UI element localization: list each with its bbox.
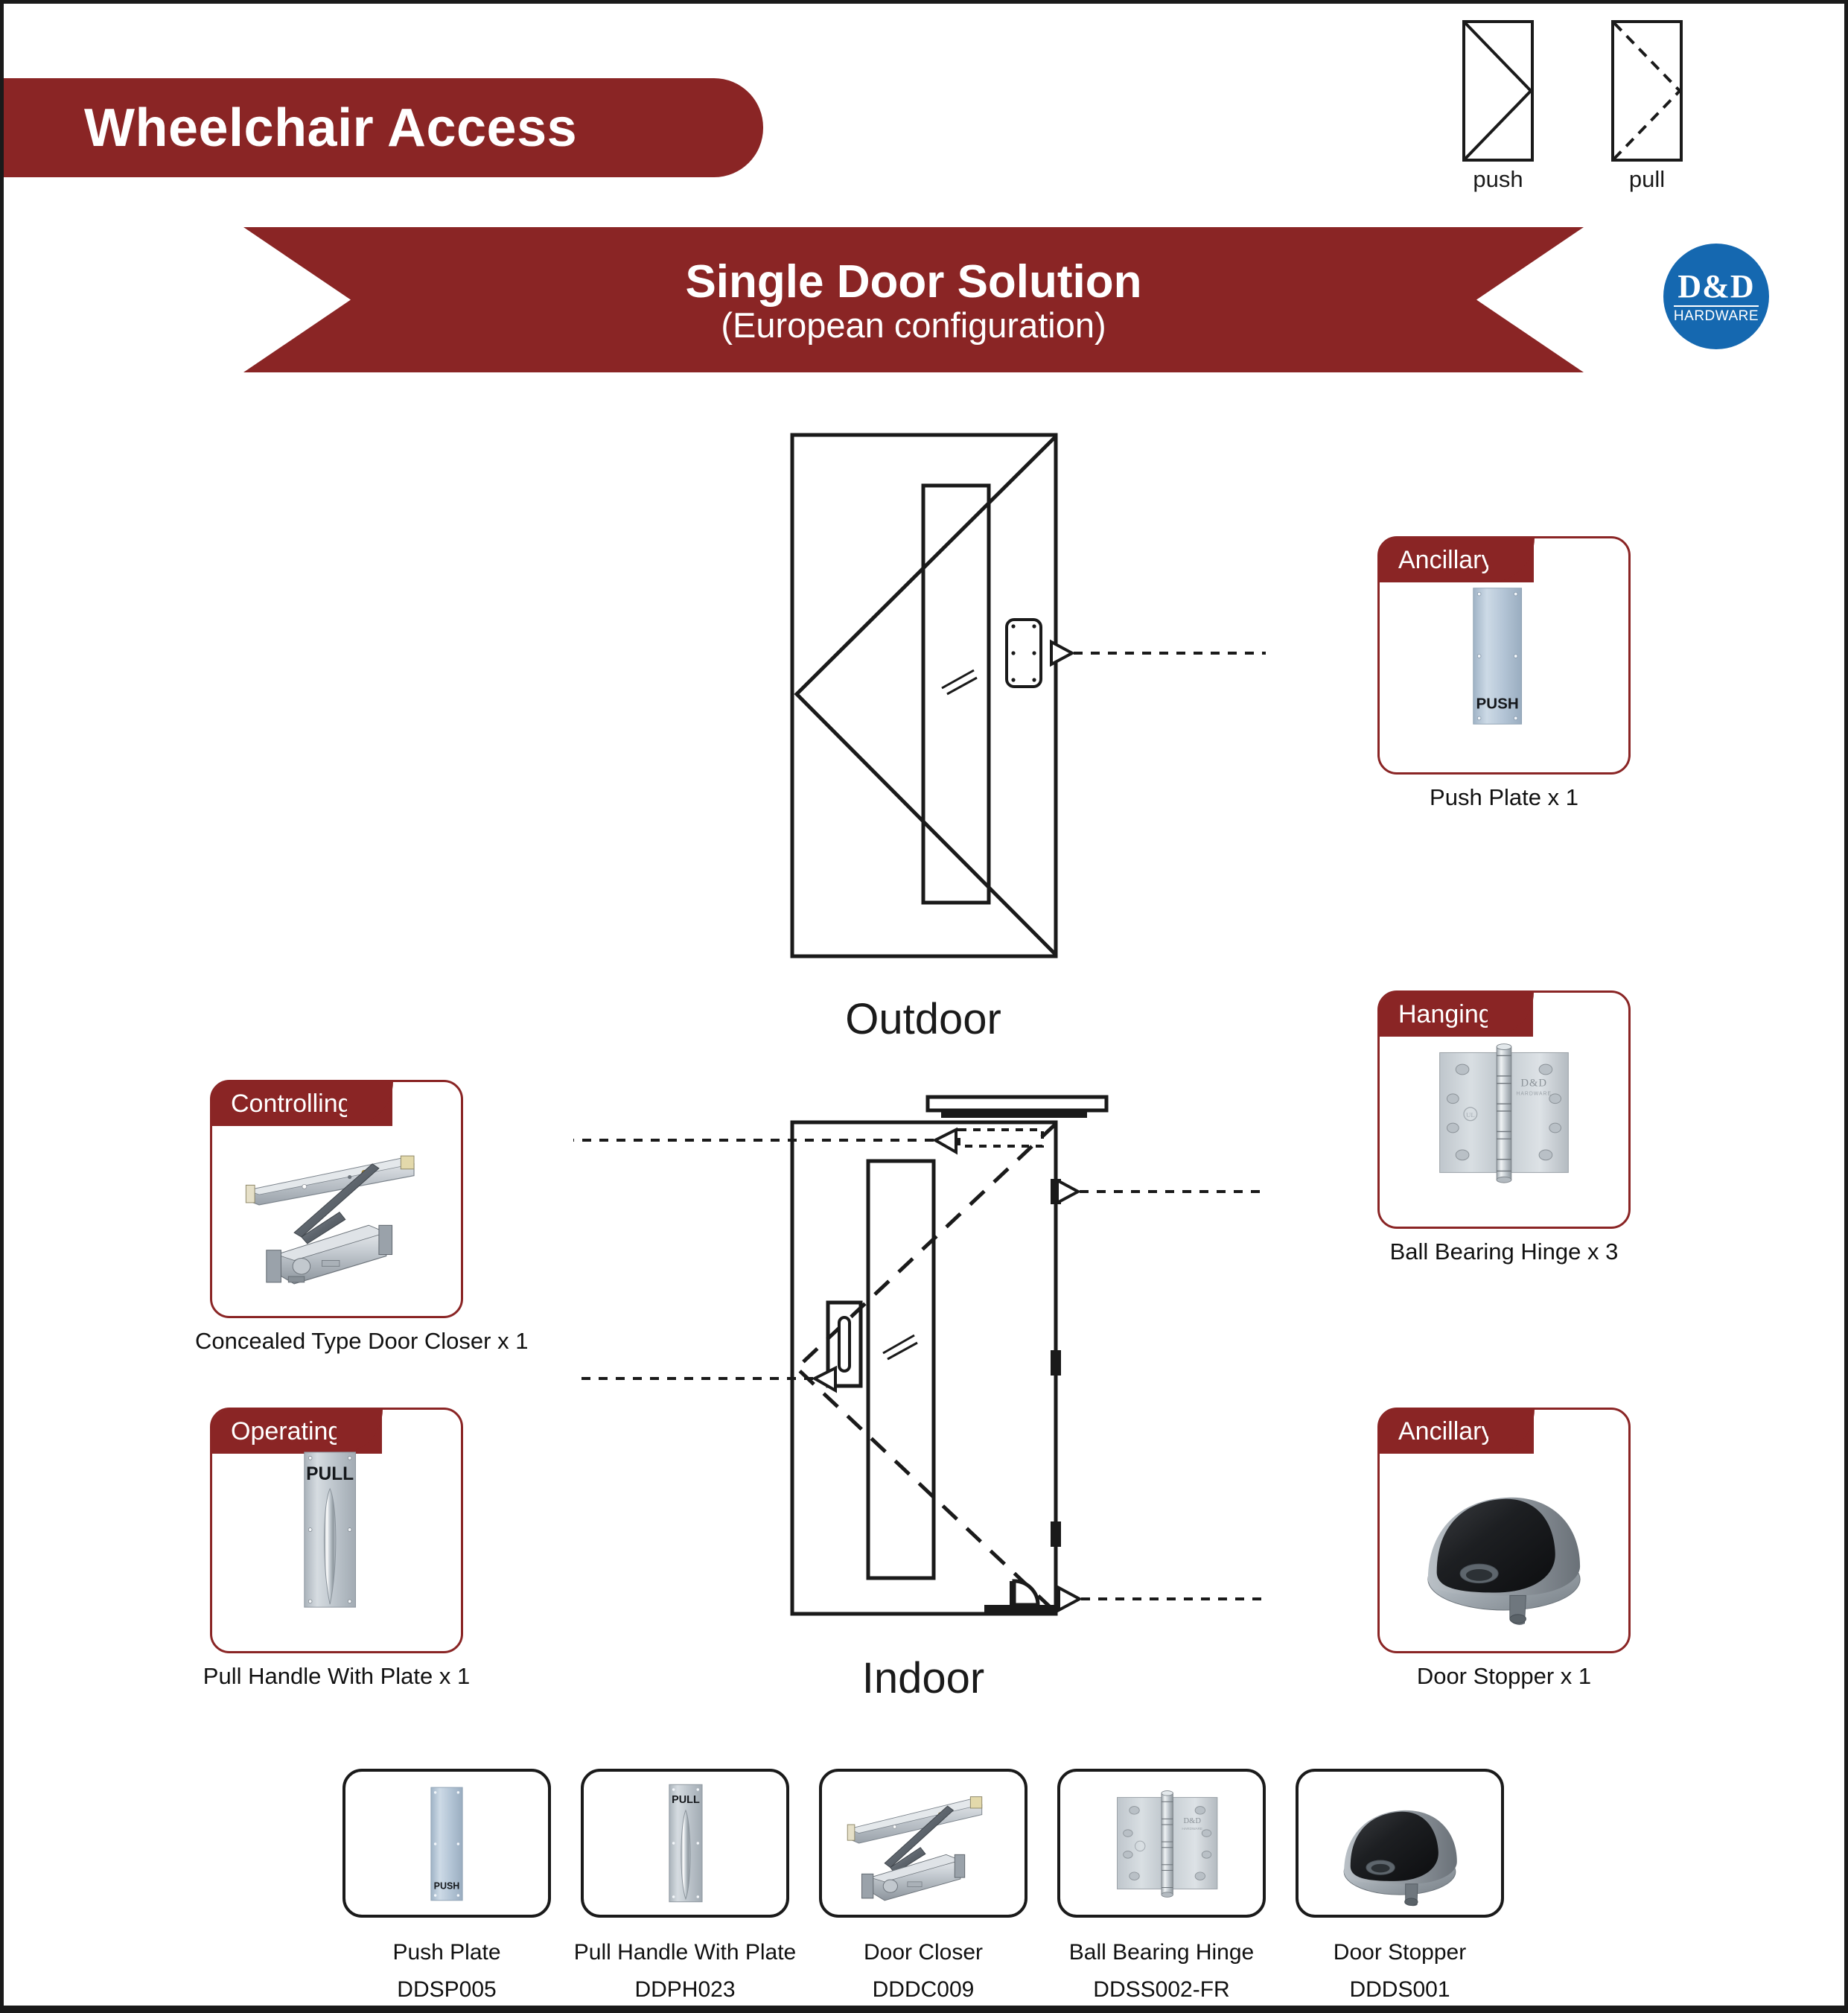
logo-wordmark: D&D [1677,267,1755,305]
push-symbol-icon [1462,20,1534,162]
callout-door-closer: Controlling [210,1080,463,1318]
svg-text:PULL: PULL [672,1794,700,1806]
svg-text:PUSH: PUSH [434,1880,460,1891]
product-name-4: Door Stopper [1333,1940,1467,1965]
product-card-door-stopper[interactable] [1296,1769,1504,1918]
ball-bearing-hinge-image: D&D HARDWARE UL [1439,1043,1569,1183]
callout-caption-door-closer: Concealed Type Door Closer x 1 [195,1328,529,1354]
svg-text:D&D: D&D [1520,1078,1547,1090]
product-name-2: Door Closer [863,1940,984,1965]
svg-text:PUSH: PUSH [1476,696,1519,713]
product-door-closer-image [847,1796,983,1901]
wheelchair-access-label: Wheelchair Access [84,98,578,158]
svg-text:D&D: D&D [1184,1817,1202,1825]
pull-symbol-icon [1611,20,1683,162]
callout-door-stopper: Ancillary [1377,1408,1631,1653]
product-name-3: Ball Bearing Hinge [1068,1940,1255,1965]
product-name-1: Pull Handle With Plate [573,1940,797,1965]
indoor-door-diagram [573,1091,1266,1627]
legend-pull-label: pull [1628,166,1666,192]
outdoor-door-diagram [789,432,1266,968]
drawing-sheet: Wheelchair Access push pull Single Door … [0,0,1848,2013]
banner-title: Single Door Solution [685,256,1142,308]
logo-tagline: HARDWARE [1673,305,1759,323]
product-door-stopper-image [1343,1810,1457,1907]
callout-caption-hinge: Ball Bearing Hinge x 3 [1389,1238,1619,1265]
svg-text:HARDWARE: HARDWARE [1516,1091,1552,1096]
callout-caption-door-stopper: Door Stopper x 1 [1416,1663,1592,1689]
solution-title-ribbon: Single Door Solution (European configura… [243,227,1584,372]
product-push-plate-image: PUSH [430,1787,463,1901]
product-code-4: DDDS001 [1349,1977,1450,2002]
callout-ball-bearing-hinge: Hanging D&D HARDWARE UL [1377,990,1631,1229]
svg-text:UL: UL [1466,1111,1475,1119]
legend-item-pull: pull [1608,20,1686,193]
product-code-3: DDSS002-FR [1093,1977,1230,2002]
dd-hardware-logo: D&D HARDWARE [1663,244,1769,349]
outdoor-label: Outdoor [845,995,1001,1043]
product-hinge-image: D&D HARDWARE [1117,1790,1218,1898]
svg-text:HARDWARE: HARDWARE [1182,1827,1202,1831]
callout-caption-pull-handle: Pull Handle With Plate x 1 [203,1663,471,1689]
door-closer-image [245,1155,415,1285]
door-stopper-image [1427,1497,1581,1625]
callout-caption-push-plate: Push Plate x 1 [1430,784,1578,810]
svg-text:PULL: PULL [306,1464,354,1484]
pull-handle-image: PULL [304,1451,357,1608]
product-code-0: DDSP005 [397,1977,497,2002]
product-card-pull-handle[interactable]: PULL [581,1769,789,1918]
push-plate-image: PUSH [1473,588,1523,725]
product-code-1: DDPH023 [634,1977,736,2002]
product-name-0: Push Plate [392,1940,501,1965]
product-card-door-closer[interactable] [819,1769,1027,1918]
product-card-hinge[interactable]: D&D HARDWARE [1057,1769,1266,1918]
callout-pull-handle: Operating PULL [210,1408,463,1653]
legend-push-label: push [1473,166,1523,192]
product-pull-handle-image: PULL [669,1784,703,1903]
wheelchair-access-banner: Wheelchair Access [4,78,763,177]
product-card-push-plate[interactable]: PUSH [342,1769,551,1918]
legend-item-push: push [1459,20,1537,193]
callout-push-plate: Ancillary PUSH [1377,536,1631,775]
product-code-2: DDDC009 [872,1977,975,2002]
indoor-label: Indoor [861,1654,985,1702]
push-pull-legend: push pull [1459,20,1742,199]
banner-subtitle: (European configuration) [721,305,1106,346]
